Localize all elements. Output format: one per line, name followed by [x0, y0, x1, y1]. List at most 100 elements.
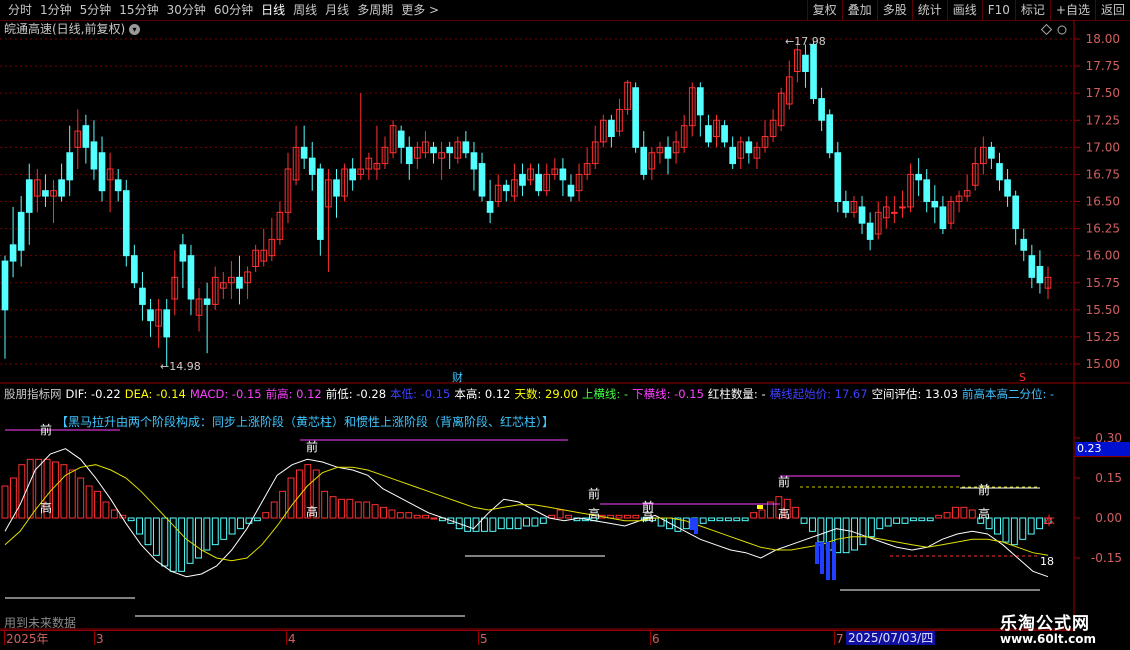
macd-bar [422, 514, 430, 519]
toolbar-button-5[interactable]: F10 [981, 0, 1015, 20]
date-label: 4 [288, 632, 296, 646]
period-tab-1[interactable]: 1分钟 [36, 2, 76, 18]
period-tab-10[interactable]: 更多 > [397, 2, 443, 18]
macd-bar [279, 490, 287, 519]
candle-body [996, 163, 1003, 181]
y-tick-label: 16.25 [1086, 222, 1120, 236]
candle-body [147, 309, 154, 322]
macd-bar [918, 517, 926, 522]
candle-body [834, 152, 842, 202]
period-tab-9[interactable]: 多周期 [353, 2, 397, 18]
macd-bar [556, 509, 564, 519]
candle-body [203, 298, 211, 305]
toolbar-button-7[interactable]: +自选 [1049, 0, 1095, 20]
candle-body [98, 152, 106, 192]
macd-bar [952, 506, 959, 519]
macd-bar [851, 517, 858, 551]
kline-chart[interactable]: 18.00 17.75 17.50 17.25 17.00 16.75 16.50 16.25… [0, 20, 1130, 384]
candle-body [300, 146, 308, 159]
toolbar-button-0[interactable]: 复权 [806, 0, 842, 20]
macd-bar [539, 517, 547, 524]
macd-bar [110, 509, 118, 519]
period-tab-3[interactable]: 15分钟 [115, 2, 162, 18]
macd-bar [26, 458, 34, 519]
macd-bar [287, 477, 295, 519]
toolbar-button-3[interactable]: 统计 [911, 0, 947, 20]
macd-bar [220, 517, 228, 540]
macd-bar [161, 517, 169, 567]
candle-body [82, 125, 90, 148]
financial-marker: 财 [452, 370, 463, 384]
macd-indicator-chart[interactable]: 0.300.150.00-0.15前前前前前前高高高高高高本18 [0, 384, 1130, 630]
y-tick-label: 17.25 [1086, 113, 1120, 127]
blue-highlight-bar [694, 518, 698, 534]
toolbar-button-8[interactable]: 返回 [1094, 0, 1130, 20]
candle-body [131, 255, 138, 284]
candle-body [236, 276, 243, 289]
period-tab-7[interactable]: 周线 [289, 2, 321, 18]
macd-bar [396, 512, 404, 519]
period-tab-4[interactable]: 30分钟 [163, 2, 210, 18]
toolbar-button-2[interactable]: 多股 [876, 0, 912, 20]
date-label: 7 [836, 632, 844, 646]
candle-body [478, 163, 486, 197]
macd-bar [994, 517, 1001, 535]
macd-bar [211, 517, 219, 546]
candle-body [826, 114, 834, 154]
candle-body [1028, 255, 1036, 278]
prev-label: 前 [306, 439, 318, 454]
blue-highlight-bar [820, 542, 824, 574]
macd-bar [968, 509, 976, 519]
y-tick-label: 15.50 [1086, 303, 1120, 317]
period-tab-2[interactable]: 5分钟 [76, 2, 116, 18]
macd-bar [800, 517, 808, 524]
blue-highlight-bar [690, 518, 694, 530]
y-tick-label: 16.00 [1086, 249, 1120, 263]
candle-body [308, 157, 316, 175]
toolbar-button-1[interactable]: 叠加 [841, 0, 877, 20]
macd-bar [321, 490, 329, 519]
period-tab-8[interactable]: 月线 [321, 2, 353, 18]
candle-body [405, 146, 413, 165]
macd-bar [338, 498, 345, 519]
prev-label: 前 [588, 486, 600, 501]
macd-bar [144, 517, 152, 546]
high-label-marker: 高 [978, 506, 990, 521]
date-label: 3 [96, 632, 104, 646]
macd-bar [203, 517, 211, 551]
candle-body [842, 201, 850, 213]
watermark-url: www.60lt.com [1000, 632, 1097, 646]
date-label: 6 [652, 632, 660, 646]
candle-body [139, 287, 146, 305]
macd-bar [867, 517, 875, 538]
macd-bar [1036, 517, 1044, 530]
high-label: ←17.98 [785, 35, 826, 48]
toolbar-button-6[interactable]: 标记 [1014, 0, 1050, 20]
action-buttons: 复权 叠加 多股 统计 画线 F10 标记 +自选 返回 [806, 0, 1130, 20]
macd-bar [329, 496, 337, 519]
date-tick [478, 631, 479, 645]
count-label: 18 [1040, 555, 1054, 568]
macd-bar [531, 517, 539, 527]
macd-bar [464, 517, 472, 532]
candle-body [397, 130, 405, 148]
macd-bar [909, 517, 917, 522]
period-tabs: 分时 1分钟 5分钟 15分钟 30分钟 60分钟 日线 周线 月线 多周期 更多 > [4, 2, 443, 18]
macd-bar [195, 517, 202, 559]
period-tab-5[interactable]: 60分钟 [210, 2, 257, 18]
candle-body [939, 206, 947, 230]
period-tab-6[interactable]: 日线 [257, 2, 289, 18]
macd-bar [253, 517, 261, 522]
candle-body [122, 190, 130, 257]
candle-body [470, 152, 478, 170]
macd-bar [876, 517, 884, 530]
macd-bar [884, 517, 892, 527]
candle-body [17, 211, 25, 251]
candle-body [988, 146, 995, 159]
candle-body [858, 206, 866, 224]
toolbar-button-4[interactable]: 画线 [946, 0, 982, 20]
low-label: ←14.98 [160, 360, 201, 373]
y-tick-label: 16.75 [1086, 167, 1120, 181]
high-label-marker: 高 [306, 504, 318, 519]
period-tab-0[interactable]: 分时 [4, 2, 36, 18]
